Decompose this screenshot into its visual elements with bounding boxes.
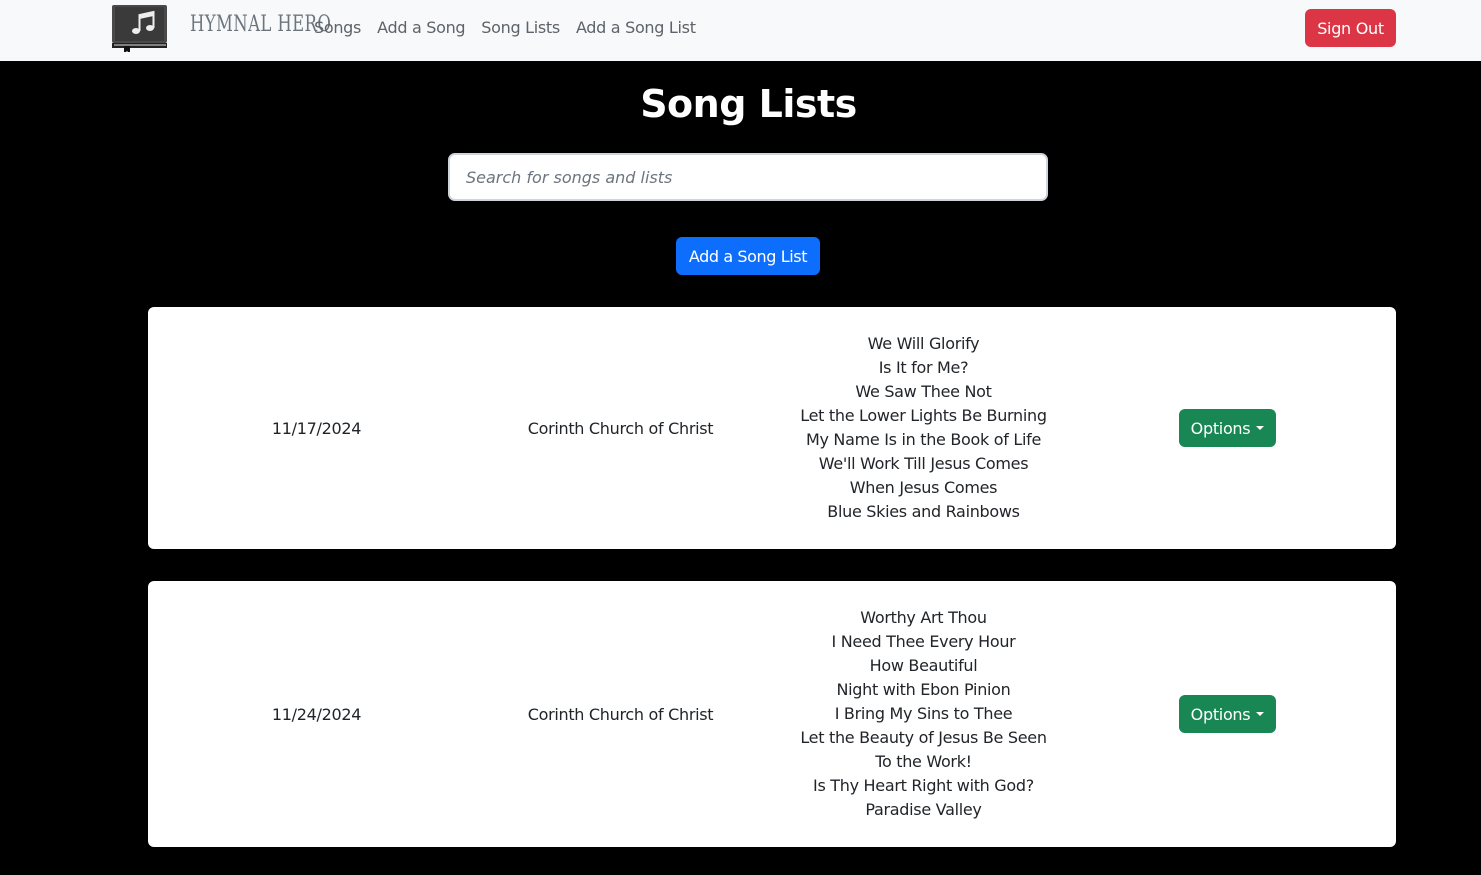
song-title: I Bring My Sins to Thee: [834, 704, 1013, 723]
search-input[interactable]: [448, 153, 1048, 201]
options-label: Options: [1190, 704, 1251, 724]
song-title: Paradise Valley: [865, 800, 982, 819]
song-list-card: 11/24/2024 Corinth Church of Christ Wort…: [148, 581, 1396, 847]
song-title: How Beautiful: [869, 656, 978, 675]
song-title: Let the Beauty of Jesus Be Seen: [800, 728, 1047, 747]
song-title: Is Thy Heart Right with God?: [813, 776, 1034, 795]
options-label: Options: [1190, 418, 1251, 438]
song-title: We Will Glorify: [867, 334, 980, 353]
list-date: 11/24/2024: [271, 704, 362, 724]
caret-down-icon: [1256, 426, 1265, 430]
song-title: Let the Lower Lights Be Burning: [800, 406, 1047, 425]
nav-song-lists[interactable]: Song Lists: [473, 17, 568, 39]
song-title: We Saw Thee Not: [855, 382, 992, 401]
nav-add-song[interactable]: Add a Song: [369, 17, 473, 39]
caret-down-icon: [1256, 712, 1265, 716]
song-title: My Name Is in the Book of Life: [805, 430, 1042, 449]
list-date: 11/17/2024: [271, 418, 362, 438]
song-title: When Jesus Comes: [849, 478, 998, 497]
list-church: Corinth Church of Christ: [527, 418, 714, 438]
navbar: HYMNAL HERO Songs Add a Song Song Lists …: [0, 0, 1481, 61]
nav-add-song-list[interactable]: Add a Song List: [568, 17, 704, 39]
add-song-list-button[interactable]: Add a Song List: [676, 237, 820, 275]
song-title: To the Work!: [875, 752, 972, 771]
song-title: Night with Ebon Pinion: [836, 680, 1011, 699]
nav-links: Songs Add a Song Song Lists Add a Song L…: [306, 17, 704, 39]
song-title: We'll Work Till Jesus Comes: [818, 454, 1029, 473]
page-title: Song Lists: [640, 82, 857, 126]
sign-out-button[interactable]: Sign Out: [1305, 9, 1396, 47]
list-songs: Worthy Art Thou I Need Thee Every Hour H…: [768, 581, 1079, 847]
song-list-card: 11/17/2024 Corinth Church of Christ We W…: [148, 307, 1396, 549]
song-title: Worthy Art Thou: [860, 608, 987, 627]
nav-songs[interactable]: Songs: [306, 17, 369, 39]
list-church: Corinth Church of Christ: [527, 704, 714, 724]
list-songs: We Will Glorify Is It for Me? We Saw The…: [768, 307, 1079, 549]
song-title: Blue Skies and Rainbows: [827, 502, 1020, 521]
song-title: I Need Thee Every Hour: [831, 632, 1016, 651]
logo-icon[interactable]: [110, 4, 170, 54]
options-dropdown-button[interactable]: Options: [1179, 695, 1276, 733]
song-title: Is It for Me?: [878, 358, 969, 377]
options-dropdown-button[interactable]: Options: [1179, 409, 1276, 447]
